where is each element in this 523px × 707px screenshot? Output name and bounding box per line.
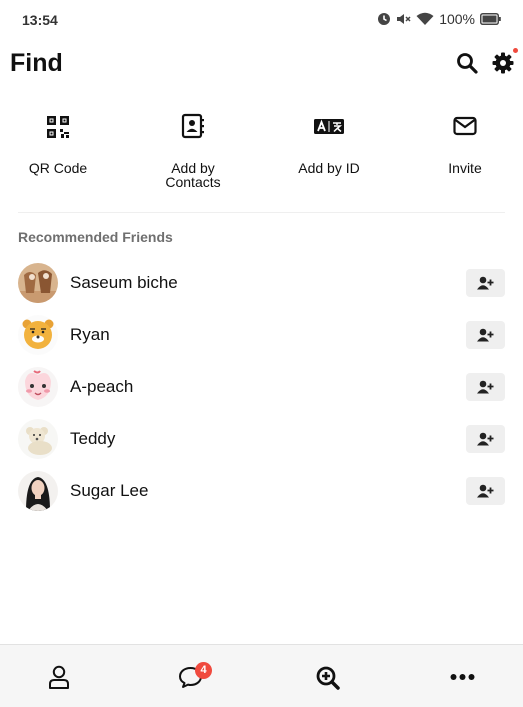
add-friend-icon (477, 328, 494, 342)
section-divider (18, 212, 505, 213)
friend-row-saseum-biche[interactable]: Saseum biche (0, 256, 523, 308)
qr-code-button[interactable]: QR Code (3, 100, 113, 200)
settings-button[interactable] (491, 51, 515, 75)
friend-row-ryan[interactable]: Ryan (0, 308, 523, 360)
add-friend-button[interactable] (466, 477, 505, 505)
avatar-saseum-biche (18, 263, 58, 303)
bottom-nav: 4 (0, 644, 523, 707)
search-icon (457, 53, 478, 74)
avatar-a-peach (18, 367, 58, 407)
shortcut-label-qr-code: QR Code (28, 160, 88, 176)
friend-row-sugar-lee[interactable]: Sugar Lee (0, 464, 523, 516)
friend-name: Teddy (70, 429, 116, 448)
shortcut-label-add-by-contacts: Add by Contacts (165, 160, 221, 190)
invite-button[interactable]: Invite (410, 100, 520, 200)
page-title: Find (10, 49, 63, 77)
search-button[interactable] (455, 51, 479, 75)
status-time: 13:54 (22, 12, 58, 28)
envelope-icon (453, 116, 477, 136)
avatar-ryan (18, 315, 58, 355)
friend-row-teddy[interactable]: Teddy (0, 412, 523, 464)
contacts-book-icon (181, 113, 204, 139)
wifi-icon (416, 12, 434, 26)
add-friend-button[interactable] (466, 373, 505, 401)
gear-icon (492, 52, 514, 74)
find-icon (316, 666, 340, 690)
add-friend-button[interactable] (466, 321, 505, 349)
settings-notification-dot (513, 48, 518, 53)
more-icon (450, 674, 475, 680)
shortcut-row: QR Code Add by Contacts Add by ID Invite (0, 100, 523, 200)
qr-code-icon (47, 116, 69, 138)
friend-name: Saseum biche (70, 273, 178, 292)
friend-name: Sugar Lee (70, 481, 149, 500)
nav-more[interactable] (393, 645, 523, 707)
chats-unread-badge: 4 (195, 662, 212, 679)
status-icons: 100% (377, 11, 501, 27)
recommended-friends-heading: Recommended Friends (18, 229, 173, 245)
add-friend-button[interactable] (466, 425, 505, 453)
add-friend-icon (477, 276, 494, 290)
friends-icon (49, 665, 69, 689)
add-friend-icon (477, 484, 494, 498)
friend-name: A-peach (70, 377, 134, 396)
status-bar: 13:54 100% (0, 0, 523, 40)
add-friend-button[interactable] (466, 269, 505, 297)
nav-chats[interactable]: 4 (130, 645, 260, 707)
add-friend-icon (477, 432, 494, 446)
shortcut-label-add-by-id: Add by ID (298, 160, 360, 176)
add-by-contacts-button[interactable]: Add by Contacts (138, 100, 248, 200)
add-friend-icon (477, 380, 494, 394)
mute-icon (396, 12, 411, 26)
friend-name: Ryan (70, 325, 110, 344)
nav-friends[interactable] (0, 645, 130, 707)
battery-icon (480, 13, 501, 25)
id-translate-icon (314, 119, 344, 134)
avatar-teddy (18, 419, 58, 459)
add-by-id-button[interactable]: Add by ID (274, 100, 384, 200)
alarm-icon (377, 12, 391, 26)
nav-find[interactable] (262, 645, 392, 707)
shortcut-label-invite: Invite (448, 160, 482, 176)
friend-row-a-peach[interactable]: A-peach (0, 360, 523, 412)
header: Find (0, 40, 523, 90)
battery-level: 100% (439, 11, 475, 27)
avatar-sugar-lee (18, 471, 58, 511)
